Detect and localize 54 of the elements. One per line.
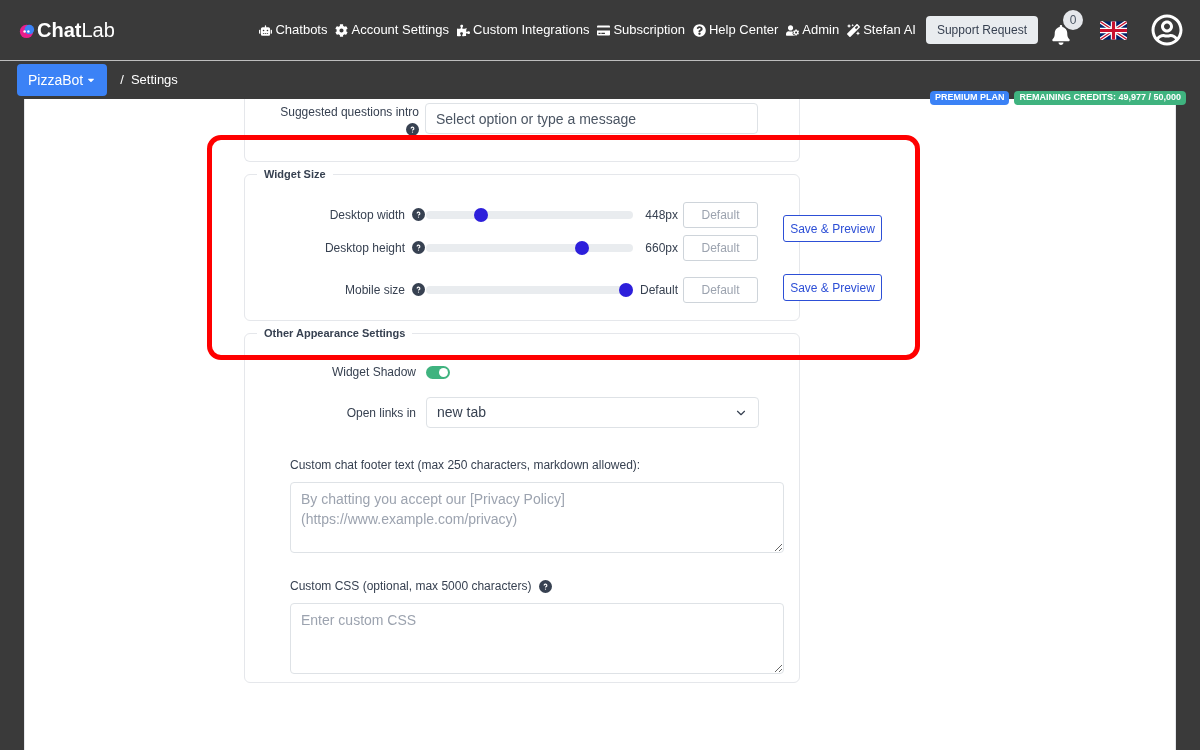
plan-badge: PREMIUM PLAN (929, 91, 1010, 105)
suggested-questions-input[interactable]: Select option or type a message (425, 103, 758, 134)
help-icon[interactable] (412, 283, 425, 296)
slider-label: Mobile size (344, 281, 405, 299)
slider-thumb[interactable] (619, 282, 633, 297)
logo[interactable]: ChatLab (17, 15, 115, 45)
plan-badge: REMAINING CREDITS: 49,977 / 50,000 (1014, 91, 1186, 105)
robot-icon (259, 23, 273, 37)
slider-value: Default (638, 281, 678, 299)
save-preview-button[interactable]: Save & Preview (783, 274, 882, 301)
slider-thumb[interactable] (574, 240, 589, 255)
size-input[interactable]: Default (683, 276, 758, 303)
notification-bell-icon[interactable] (1052, 25, 1070, 45)
help-icon[interactable] (412, 208, 425, 221)
field-label: Custom CSS (optional, max 5000 characters) (290, 578, 532, 595)
toggle-label: Widget Shadow (330, 364, 416, 381)
open-links-select[interactable]: new tab (426, 397, 759, 428)
breadcrumb-item: Settings (130, 71, 178, 90)
custom-css-field[interactable]: Enter custom CSS (290, 603, 784, 674)
field-label: Open links in (345, 404, 416, 422)
size-input[interactable]: Default (683, 234, 758, 261)
slider-label: Desktop width (329, 206, 405, 224)
nav-link[interactable]: Help Center (692, 20, 779, 40)
flag-icon[interactable] (1100, 20, 1127, 40)
slider-thumb[interactable] (474, 207, 489, 222)
nav-link[interactable]: Chatbots (259, 20, 328, 40)
puzzle-icon (457, 23, 471, 37)
logo-text: ChatLab (37, 18, 115, 43)
nav-link[interactable]: Account Settings (335, 20, 450, 40)
size-input[interactable]: Default (683, 201, 758, 228)
help-icon (692, 23, 706, 37)
widget-shadow-toggle[interactable] (426, 365, 450, 379)
user-gear-icon (786, 23, 800, 37)
user-avatar-icon[interactable] (1151, 14, 1183, 46)
help-icon[interactable] (412, 241, 425, 254)
settings-icon (335, 23, 349, 37)
magic-wand-icon (847, 23, 861, 37)
field-label: Suggested questions intro (280, 104, 419, 121)
bot-selector-button[interactable]: PizzaBot (17, 64, 108, 96)
nav-link[interactable]: Subscription (597, 20, 685, 40)
nav-link[interactable]: Stefan AI (847, 20, 916, 40)
nav-link[interactable]: Custom Integrations (457, 20, 590, 40)
nav-link[interactable]: Admin (786, 20, 840, 40)
help-icon[interactable] (539, 579, 553, 593)
field-label: Custom chat footer text (max 250 characters, markdown allowed): (290, 457, 642, 474)
support-request-button[interactable]: Support Request (925, 16, 1038, 44)
footer-text-field[interactable]: By chatting you accept our [Privacy Policy] (https://www.example.com/privacy) (290, 482, 784, 553)
slider-label: Desktop height (324, 239, 405, 257)
slider-value: 448px (644, 206, 678, 224)
save-preview-button[interactable]: Save & Preview (783, 215, 882, 242)
slider-value: 660px (644, 239, 678, 257)
credit-card-icon (597, 23, 611, 37)
notification-count: 0 (1063, 10, 1083, 30)
breadcrumb-separator: / (120, 71, 124, 90)
